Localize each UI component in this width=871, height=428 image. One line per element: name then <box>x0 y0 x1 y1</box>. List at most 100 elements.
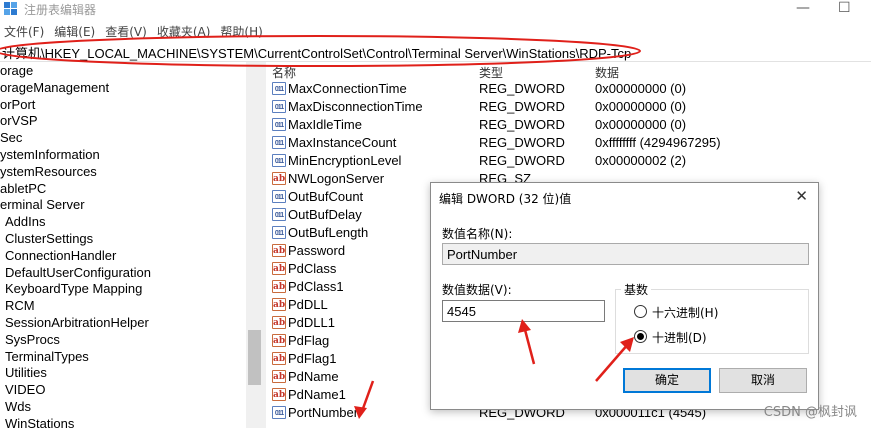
value-data: 0x00000000 (0) <box>595 81 687 96</box>
value-data: 0x00000000 (0) <box>595 117 687 132</box>
binary-value-icon: 011 <box>272 154 286 167</box>
value-name: OutBufDelay <box>288 207 362 222</box>
value-name: MinEncryptionLevel <box>288 153 402 168</box>
value-row[interactable]: 011 MaxIdleTime REG_DWORD 0x00000000 (0) <box>266 116 871 134</box>
cancel-button[interactable]: 取消 <box>719 368 807 393</box>
value-row[interactable]: 011 MaxDisconnectionTime REG_DWORD 0x000000… <box>266 98 871 116</box>
value-row[interactable]: 011 MinEncryptionLevel REG_DWORD 0x00000002… <box>266 152 871 170</box>
value-name: Password <box>288 243 346 258</box>
tree-item[interactable]: AddIns <box>5 213 45 230</box>
tree-item[interactable]: Sec <box>0 129 22 146</box>
value-data: 0x00000000 (0) <box>595 99 687 114</box>
value-data-input[interactable]: 4545 <box>442 300 605 322</box>
tree-scroll-thumb[interactable] <box>248 330 261 385</box>
tree-item[interactable]: orage <box>0 62 33 79</box>
string-value-icon: ab <box>272 352 286 365</box>
menu-edit[interactable]: 编辑(E) <box>50 21 101 41</box>
value-name: PdDLL1 <box>288 315 335 330</box>
tree-item[interactable]: erminal Server <box>0 196 85 213</box>
minimize-button[interactable]: — <box>796 0 810 16</box>
string-value-icon: ab <box>272 370 286 383</box>
tree-item[interactable]: orageManagement <box>0 79 109 96</box>
value-type: REG_DWORD <box>479 117 565 132</box>
base-groupbox <box>615 289 809 354</box>
menu-file[interactable]: 文件(F) <box>0 21 50 41</box>
value-type: REG_DWORD <box>479 153 565 168</box>
binary-value-icon: 011 <box>272 190 286 203</box>
column-header-type[interactable]: 类型 <box>479 64 503 81</box>
address-path[interactable]: 计算机\HKEY_LOCAL_MACHINE\SYSTEM\CurrentCon… <box>2 43 631 62</box>
value-name-field: PortNumber <box>442 243 809 265</box>
address-bar[interactable]: 计算机\HKEY_LOCAL_MACHINE\SYSTEM\CurrentCon… <box>0 41 871 61</box>
value-name: PdClass <box>288 261 337 276</box>
tree-item[interactable]: VIDEO <box>5 381 45 398</box>
value-name: OutBufLength <box>288 225 369 240</box>
hex-radio[interactable] <box>634 305 647 318</box>
menu-bar: 文件(F) 编辑(E) 查看(V) 收藏夹(A) 帮助(H) <box>0 21 871 41</box>
string-value-icon: ab <box>272 244 286 257</box>
value-type: REG_DWORD <box>479 81 565 96</box>
value-name: MaxIdleTime <box>288 117 362 132</box>
binary-value-icon: 011 <box>272 118 286 131</box>
string-value-icon: ab <box>272 298 286 311</box>
value-type: REG_DWORD <box>479 99 565 114</box>
string-value-icon: ab <box>272 334 286 347</box>
value-name: PdFlag1 <box>288 351 337 366</box>
value-row[interactable]: 011 MaxInstanceCount REG_DWORD 0xffffffff (… <box>266 134 871 152</box>
tree-item[interactable]: SysProcs <box>5 331 60 348</box>
watermark: CSDN @枫封讽 <box>763 405 857 420</box>
tree-item[interactable]: ConnectionHandler <box>5 247 116 264</box>
column-header-name[interactable]: 名称 <box>272 64 296 81</box>
value-type: REG_DWORD <box>479 135 565 150</box>
tree-item[interactable]: orVSP <box>0 112 38 129</box>
column-header-data[interactable]: 数据 <box>595 64 619 81</box>
tree-item[interactable]: abletPC <box>0 180 46 197</box>
tree-item[interactable]: Wds <box>5 398 31 415</box>
value-row[interactable]: 011 MaxConnectionTime REG_DWORD 0x00000000 … <box>266 80 871 98</box>
tree-item[interactable]: Utilities <box>5 364 47 381</box>
menu-help[interactable]: 帮助(H) <box>216 21 268 41</box>
tree-item[interactable]: orPort <box>0 96 35 113</box>
key-tree: orage orageManagement orPort orVSP Sec ystemI… <box>0 62 246 428</box>
value-name: PdDLL <box>288 297 328 312</box>
value-name: MaxConnectionTime <box>288 81 407 96</box>
tree-item[interactable]: DefaultUserConfiguration <box>5 264 151 281</box>
tree-scrollbar[interactable] <box>246 62 263 428</box>
registry-editor-icon <box>4 2 17 15</box>
value-name: PdFlag <box>288 333 330 348</box>
binary-value-icon: 011 <box>272 208 286 221</box>
close-icon[interactable]: ✕ <box>795 187 808 205</box>
tree-item[interactable]: ystemResources <box>0 163 97 180</box>
tree-item[interactable]: KeyboardType Mapping <box>5 280 142 297</box>
value-name: NWLogonServer <box>288 171 385 186</box>
window-title: 注册表编辑器 <box>24 3 97 17</box>
value-data-label: 数值数据(V): <box>442 283 512 297</box>
value-name: OutBufCount <box>288 189 364 204</box>
tree-item[interactable]: SessionArbitrationHelper <box>5 314 149 331</box>
tree-item[interactable]: ClusterSettings <box>5 230 93 247</box>
binary-value-icon: 011 <box>272 406 286 419</box>
binary-value-icon: 011 <box>272 82 286 95</box>
menu-view[interactable]: 查看(V) <box>101 21 153 41</box>
hex-radio-label[interactable]: 十六进制(H) <box>652 304 718 321</box>
dec-radio-label[interactable]: 十进制(D) <box>652 329 707 346</box>
maximize-button[interactable]: ☐ <box>838 0 851 16</box>
string-value-icon: ab <box>272 262 286 275</box>
dec-radio[interactable] <box>634 330 647 343</box>
menu-favorites[interactable]: 收藏夹(A) <box>153 21 217 41</box>
ok-button[interactable]: 确定 <box>623 368 711 393</box>
value-name-label: 数值名称(N): <box>442 227 513 241</box>
value-data: 0x00000002 (2) <box>595 153 687 168</box>
value-name: PdName <box>288 369 339 384</box>
tree-item[interactable]: ystemInformation <box>0 146 100 163</box>
value-data: 0xffffffff (4294967295) <box>595 135 721 150</box>
string-value-icon: ab <box>272 388 286 401</box>
tree-item[interactable]: RCM <box>5 297 35 314</box>
tree-item[interactable]: TerminalTypes <box>5 348 89 365</box>
value-name: MaxInstanceCount <box>288 135 397 150</box>
tree-item[interactable]: WinStations <box>5 415 74 428</box>
string-value-icon: ab <box>272 316 286 329</box>
value-name: MaxDisconnectionTime <box>288 99 423 114</box>
edit-dword-dialog: 编辑 DWORD (32 位)值 ✕ 数值名称(N): PortNumber 数… <box>430 182 819 410</box>
value-name: PdName1 <box>288 387 346 402</box>
